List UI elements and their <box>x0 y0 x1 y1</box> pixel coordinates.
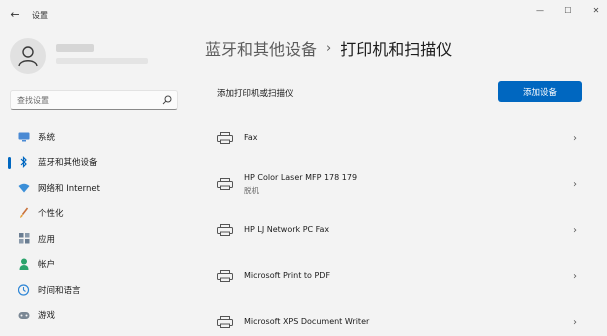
chevron-right-icon: › <box>573 271 577 282</box>
globe-clock-icon <box>18 284 30 296</box>
user-name-redacted <box>56 44 94 52</box>
sidebar-item-label: 个性化 <box>38 209 64 220</box>
chevron-right-icon: › <box>573 179 577 190</box>
sidebar-item-label: 游戏 <box>38 311 56 322</box>
device-name: Microsoft Print to PDF <box>244 271 331 280</box>
search-input[interactable] <box>17 94 157 107</box>
add-device-button[interactable]: 添加设备 <box>498 81 582 102</box>
sidebar-item-system[interactable]: 系统 <box>0 124 190 150</box>
device-name: Fax <box>244 133 258 142</box>
printer-icon <box>217 178 233 190</box>
printer-icon <box>217 270 233 282</box>
chevron-right-icon: › <box>573 225 577 236</box>
sidebar-item-gaming[interactable]: 游戏 <box>0 303 190 329</box>
sidebar-item-personalization[interactable]: 个性化 <box>0 201 190 227</box>
sidebar-item-label: 应用 <box>38 234 56 245</box>
apps-icon <box>18 233 30 245</box>
search-box[interactable] <box>10 90 178 110</box>
printer-icon <box>217 132 233 144</box>
monitor-icon <box>18 131 30 143</box>
person-icon <box>18 46 38 67</box>
active-indicator <box>8 156 11 169</box>
breadcrumb-parent[interactable]: 蓝牙和其他设备 <box>205 36 317 60</box>
sidebar-item-apps[interactable]: 应用 <box>0 226 190 252</box>
gamepad-icon <box>18 309 30 321</box>
sidebar-item-bluetooth[interactable]: 蓝牙和其他设备 <box>0 150 190 176</box>
device-list: Fax › HP Color Laser MFP 178 179 脱机 › HP… <box>205 116 595 336</box>
title-bar: ← 设置 — ☐ ✕ <box>0 0 607 30</box>
sidebar-item-label: 时间和语言 <box>38 285 81 296</box>
printer-icon <box>217 316 233 328</box>
device-name: Microsoft XPS Document Writer <box>244 317 370 326</box>
device-row-fax[interactable]: Fax › <box>205 116 595 162</box>
breadcrumb: 蓝牙和其他设备 › 打印机和扫描仪 <box>205 36 452 60</box>
sidebar-item-label: 网络和 Internet <box>38 183 100 194</box>
device-status: 脱机 <box>244 186 259 195</box>
wifi-icon <box>18 182 30 194</box>
user-email-redacted <box>56 58 148 64</box>
device-name: HP LJ Network PC Fax <box>244 225 330 234</box>
chevron-right-icon: › <box>573 133 577 144</box>
device-row-print-to-pdf[interactable]: Microsoft Print to PDF › <box>205 254 595 300</box>
page-title: 打印机和扫描仪 <box>340 40 453 59</box>
chevron-right-icon: › <box>573 317 577 328</box>
device-row-xps-writer[interactable]: Microsoft XPS Document Writer › <box>205 300 595 336</box>
settings-window: ← 设置 — ☐ ✕ 系统 蓝牙和其他设备 <box>0 0 607 336</box>
maximize-button[interactable]: ☐ <box>558 4 578 18</box>
device-row-hp-lj-fax[interactable]: HP LJ Network PC Fax › <box>205 208 595 254</box>
sidebar-item-label: 系统 <box>38 132 56 143</box>
sidebar-item-accounts[interactable]: 帐户 <box>0 252 190 278</box>
app-title: 设置 <box>32 11 48 20</box>
device-row-hp-color-laser[interactable]: HP Color Laser MFP 178 179 脱机 › <box>205 162 595 208</box>
search-icon[interactable] <box>162 95 172 105</box>
sidebar-item-network[interactable]: 网络和 Internet <box>0 175 190 201</box>
sidebar-nav: 系统 蓝牙和其他设备 网络和 Internet 个性化 应用 帐户 时间和语言 … <box>0 124 190 328</box>
close-button[interactable]: ✕ <box>586 4 606 18</box>
sidebar-item-time-language[interactable]: 时间和语言 <box>0 277 190 303</box>
printer-icon <box>217 224 233 236</box>
add-printer-label: 添加打印机或扫描仪 <box>217 89 294 99</box>
minimize-button[interactable]: — <box>530 4 550 18</box>
bluetooth-icon <box>18 156 30 169</box>
brush-icon <box>18 207 30 219</box>
avatar[interactable] <box>10 38 46 74</box>
sidebar-item-label: 蓝牙和其他设备 <box>38 158 98 169</box>
person-icon <box>18 258 30 271</box>
back-button[interactable]: ← <box>8 8 22 22</box>
sidebar-item-label: 帐户 <box>38 260 56 271</box>
breadcrumb-separator: › <box>326 40 332 56</box>
device-name: HP Color Laser MFP 178 179 <box>244 173 358 182</box>
